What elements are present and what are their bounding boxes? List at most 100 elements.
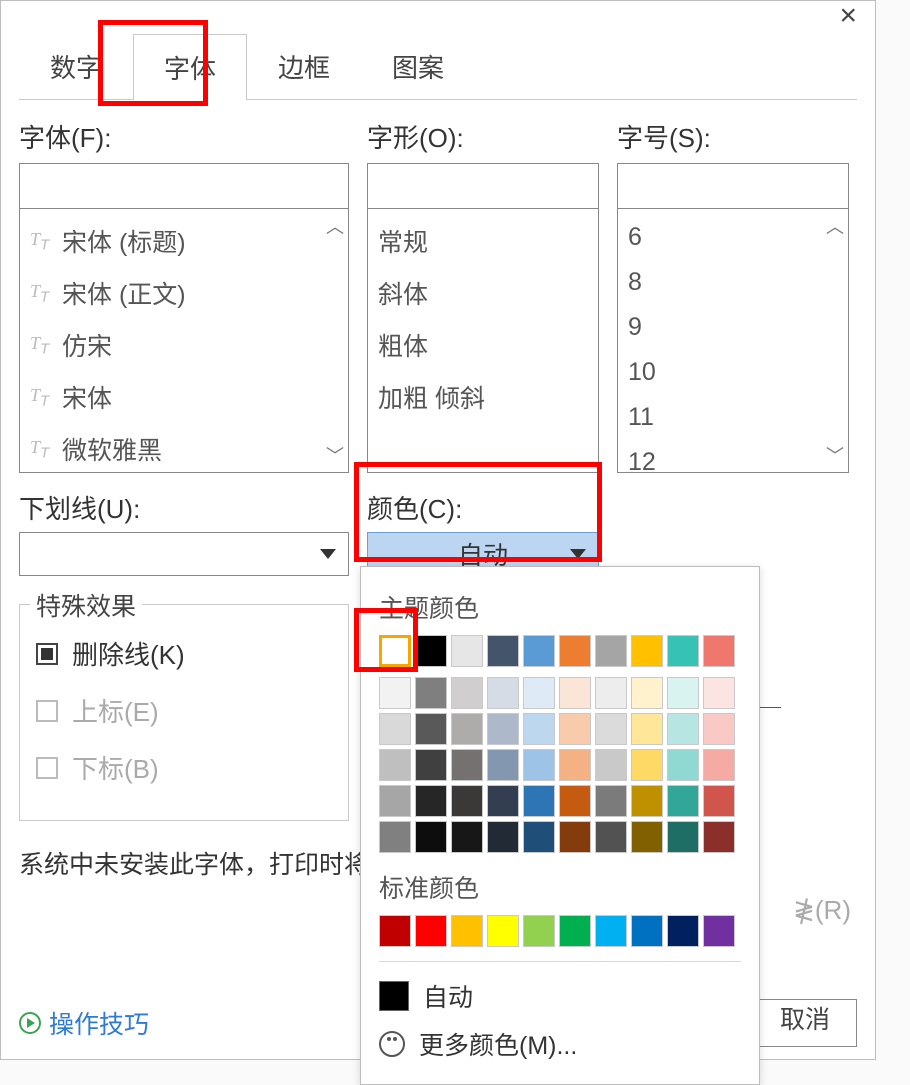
color-swatch[interactable] xyxy=(451,915,483,947)
chevron-up-icon[interactable]: ︿ xyxy=(826,213,844,239)
color-swatch[interactable] xyxy=(415,635,447,667)
color-swatch[interactable] xyxy=(415,677,447,709)
font-family-input[interactable] xyxy=(19,163,349,209)
color-swatch[interactable] xyxy=(559,677,591,709)
color-swatch[interactable] xyxy=(667,749,699,781)
color-swatch[interactable] xyxy=(523,713,555,745)
color-swatch[interactable] xyxy=(523,821,555,853)
color-swatch[interactable] xyxy=(595,635,627,667)
color-swatch[interactable] xyxy=(703,821,735,853)
color-swatch[interactable] xyxy=(487,713,519,745)
color-swatch[interactable] xyxy=(451,749,483,781)
color-swatch[interactable] xyxy=(595,749,627,781)
color-swatch[interactable] xyxy=(667,635,699,667)
color-swatch[interactable] xyxy=(631,785,663,817)
color-swatch[interactable] xyxy=(523,749,555,781)
color-swatch[interactable] xyxy=(631,821,663,853)
color-swatch[interactable] xyxy=(667,915,699,947)
color-swatch[interactable] xyxy=(523,785,555,817)
color-swatch[interactable] xyxy=(559,749,591,781)
color-swatch[interactable] xyxy=(487,821,519,853)
color-swatch[interactable] xyxy=(667,677,699,709)
color-swatch[interactable] xyxy=(667,785,699,817)
reset-button-partial[interactable]: ≹(R) xyxy=(793,895,851,926)
tab-pattern[interactable]: 图案 xyxy=(361,33,475,99)
color-swatch[interactable] xyxy=(415,915,447,947)
font-size-list[interactable]: ︿ ﹀ 6 8 9 10 11 12 xyxy=(617,209,849,473)
color-swatch[interactable] xyxy=(379,635,411,667)
theme-row1 xyxy=(379,635,741,667)
underline-combo[interactable] xyxy=(19,532,349,576)
color-swatch[interactable] xyxy=(451,821,483,853)
chevron-down-icon[interactable]: ﹀ xyxy=(826,442,844,468)
caret-down-icon xyxy=(570,549,586,559)
color-swatch[interactable] xyxy=(631,915,663,947)
color-swatch[interactable] xyxy=(451,677,483,709)
color-swatch[interactable] xyxy=(703,677,735,709)
color-swatch[interactable] xyxy=(379,677,411,709)
color-swatch[interactable] xyxy=(487,785,519,817)
color-swatch[interactable] xyxy=(559,635,591,667)
color-swatch[interactable] xyxy=(379,915,411,947)
tips-link[interactable]: 操作技巧 xyxy=(19,1005,149,1041)
color-swatch[interactable] xyxy=(631,677,663,709)
chevron-down-icon[interactable]: ﹀ xyxy=(326,442,344,468)
color-swatch[interactable] xyxy=(379,713,411,745)
color-swatch[interactable] xyxy=(451,635,483,667)
color-swatch[interactable] xyxy=(667,713,699,745)
color-swatch[interactable] xyxy=(487,749,519,781)
color-swatch[interactable] xyxy=(631,713,663,745)
color-swatch[interactable] xyxy=(703,749,735,781)
color-swatch[interactable] xyxy=(559,915,591,947)
color-swatch[interactable] xyxy=(523,915,555,947)
color-swatch[interactable] xyxy=(595,713,627,745)
list-item: 6 xyxy=(628,215,838,260)
more-colors-option[interactable]: 更多颜色(M)... xyxy=(379,1020,741,1068)
tab-number[interactable]: 数字 xyxy=(19,33,133,99)
color-swatch[interactable] xyxy=(631,635,663,667)
color-swatch[interactable] xyxy=(451,785,483,817)
color-swatch[interactable] xyxy=(703,785,735,817)
tab-border[interactable]: 边框 xyxy=(247,33,361,99)
color-swatch[interactable] xyxy=(415,785,447,817)
color-swatch[interactable] xyxy=(667,821,699,853)
font-family-list[interactable]: ︿ ﹀ TT宋体 (标题) TT宋体 (正文) TT仿宋 TT宋体 TT微软雅黑… xyxy=(19,209,349,473)
color-swatch[interactable] xyxy=(487,677,519,709)
color-swatch[interactable] xyxy=(703,915,735,947)
tab-font[interactable]: 字体 xyxy=(133,34,247,100)
font-style-input[interactable] xyxy=(367,163,599,209)
chevron-up-icon[interactable]: ︿ xyxy=(326,213,344,239)
color-swatch[interactable] xyxy=(379,749,411,781)
color-swatch[interactable] xyxy=(559,713,591,745)
color-swatch[interactable] xyxy=(703,713,735,745)
theme-colors-label: 主题颜色 xyxy=(379,589,741,625)
color-swatch[interactable] xyxy=(595,785,627,817)
theme-shades xyxy=(379,677,741,853)
color-swatch[interactable] xyxy=(523,677,555,709)
color-swatch[interactable] xyxy=(595,677,627,709)
color-swatch[interactable] xyxy=(559,821,591,853)
color-swatch[interactable] xyxy=(595,821,627,853)
color-swatch[interactable] xyxy=(523,635,555,667)
color-swatch[interactable] xyxy=(595,915,627,947)
auto-color-option[interactable]: 自动 xyxy=(379,972,741,1020)
color-swatch[interactable] xyxy=(451,713,483,745)
cancel-button[interactable]: 取消 xyxy=(753,999,857,1047)
color-swatch[interactable] xyxy=(631,749,663,781)
font-style-list[interactable]: 常规 斜体 粗体 加粗 倾斜 xyxy=(367,209,599,473)
color-swatch[interactable] xyxy=(379,821,411,853)
strike-checkbox[interactable]: 删除线(K) xyxy=(36,625,332,682)
list-item: 9 xyxy=(628,305,838,350)
color-swatch[interactable] xyxy=(379,785,411,817)
color-swatch[interactable] xyxy=(703,635,735,667)
font-size-input[interactable] xyxy=(617,163,849,209)
color-swatch[interactable] xyxy=(487,635,519,667)
color-swatch[interactable] xyxy=(415,821,447,853)
color-swatch[interactable] xyxy=(415,713,447,745)
color-swatch[interactable] xyxy=(487,915,519,947)
superscript-checkbox: 上标(E) xyxy=(36,682,332,739)
close-icon[interactable]: × xyxy=(839,0,857,33)
color-swatch[interactable] xyxy=(415,749,447,781)
color-swatch[interactable] xyxy=(559,785,591,817)
label-font-size: 字号(S): xyxy=(617,118,849,155)
